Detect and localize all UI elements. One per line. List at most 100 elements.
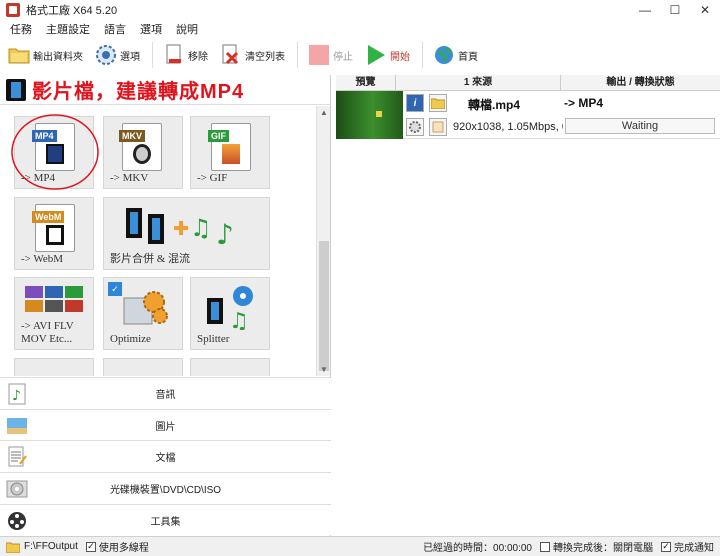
info-button[interactable]: i	[406, 94, 424, 112]
menu-help[interactable]: 說明	[176, 21, 198, 37]
multithread-label: 使用多線程	[98, 543, 149, 554]
category-title: 影片檔，建議轉成MP4	[32, 81, 245, 103]
title-bar: 格式工廠 X64 5.20 — ☐ ✕	[0, 0, 720, 20]
window-title: 格式工廠 X64 5.20	[26, 5, 118, 17]
svg-text:♪: ♪	[216, 218, 234, 251]
app-logo-icon	[6, 3, 20, 17]
clear-list-button[interactable]: 清空列表	[220, 40, 285, 70]
tile-label: -> GIF	[197, 172, 228, 184]
category-picture[interactable]: 圖片	[0, 408, 331, 441]
settings-button[interactable]	[406, 118, 424, 136]
open-folder-button[interactable]	[429, 94, 447, 112]
document-icon	[8, 446, 27, 467]
folder-icon	[8, 44, 30, 66]
start-button[interactable]: 開始	[365, 40, 410, 70]
tile-merge-mux[interactable]: ♫ ♪ 影片合併 & 混流	[103, 197, 270, 270]
tile-gif[interactable]: GIF -> GIF	[190, 116, 270, 189]
folder-icon	[6, 542, 20, 553]
tile-label: -> WebM	[21, 253, 64, 265]
gear-icon	[409, 121, 421, 133]
tile-partial[interactable]	[190, 358, 270, 376]
category-header: 影片檔，建議轉成MP4	[0, 75, 331, 105]
header-output-status[interactable]: 輸出 / 轉換狀態	[561, 75, 720, 90]
status-badge: Waiting	[565, 118, 715, 134]
video-thumbnail	[336, 91, 403, 139]
task-list-panel: 預覽 1 來源 輸出 / 轉換狀態 i 轉檔.mp4 -> MP4 920x10…	[336, 75, 720, 536]
output-folder-button[interactable]: 輸出資料夾	[8, 40, 83, 70]
webm-file-icon: WebM	[32, 204, 75, 252]
source-info: 920x1038, 1.05Mbps, 0	[453, 121, 563, 133]
svg-text:♫: ♫	[229, 309, 249, 330]
table-row[interactable]: i 轉檔.mp4 -> MP4 920x1038, 1.05Mbps, 0 Wa…	[336, 91, 720, 139]
category-audio[interactable]: ♪ 音訊	[0, 377, 331, 409]
folder-icon	[431, 98, 445, 109]
output-path[interactable]: F:\FFOutput	[24, 541, 78, 552]
tile-label: 影片合併 & 混流	[110, 253, 191, 265]
tile-optimize[interactable]: ✓ Optimize	[103, 277, 183, 350]
splitter-icon: ♫	[207, 286, 253, 330]
maximize-button[interactable]: ☐	[660, 0, 690, 20]
tile-label: -> MKV	[110, 172, 149, 184]
film-reel-icon	[8, 511, 26, 530]
task-grid-header: 預覽 1 來源 輸出 / 轉換狀態	[336, 75, 720, 91]
notify-checkbox[interactable]: ✓	[661, 541, 671, 552]
disc-icon	[6, 480, 28, 498]
menu-theme[interactable]: 主題設定	[46, 21, 90, 37]
menu-task[interactable]: 任務	[10, 21, 32, 37]
menu-options[interactable]: 選項	[140, 21, 162, 37]
status-bar: F:\FFOutput ✓ 使用多線程 已經過的時間：00:00:00 轉換完成…	[0, 536, 720, 556]
play-icon	[365, 44, 387, 66]
film-strip-icon	[6, 78, 26, 101]
scroll-down-arrow-icon[interactable]: ▼	[320, 365, 328, 374]
scissors-icon	[432, 121, 444, 133]
menu-language[interactable]: 語言	[104, 21, 126, 37]
toolbar-separator	[152, 42, 153, 68]
remove-button[interactable]: 移除	[163, 40, 208, 70]
minimize-button[interactable]: —	[630, 0, 660, 20]
category-document[interactable]: 文檔	[0, 440, 331, 473]
source-filename: 轉檔.mp4	[468, 98, 521, 112]
options-button[interactable]: 選項	[95, 40, 140, 70]
gif-file-icon: GIF	[208, 123, 251, 171]
menu-bar: 任務 主題設定 語言 選項 說明	[0, 20, 720, 38]
stop-button[interactable]: 停止	[308, 40, 353, 70]
toolbar-separator	[422, 42, 423, 68]
merge-media-icon: ♫ ♪	[126, 208, 234, 251]
shutdown-checkbox[interactable]	[540, 541, 550, 552]
tile-label: Splitter	[197, 333, 230, 345]
picture-icon	[7, 417, 27, 434]
header-preview[interactable]: 預覽	[336, 75, 396, 90]
svg-text:♪: ♪	[12, 388, 21, 404]
tile-splitter[interactable]: ♫ Splitter	[190, 277, 270, 350]
tile-partial[interactable]	[14, 358, 94, 376]
clip-button[interactable]	[429, 118, 447, 136]
audio-icon: ♪	[8, 383, 26, 405]
tile-avi-flv-mov[interactable]: -> AVI FLV MOV Etc...	[14, 277, 94, 350]
svg-text:♫: ♫	[190, 214, 212, 242]
format-tile-grid: MP4 -> MP4 MKV -> MKV GIF -> GIF WebM ->…	[0, 106, 316, 376]
tile-scrollbar[interactable]: ▲ ▼	[316, 106, 330, 376]
home-button[interactable]: 首頁	[433, 40, 478, 70]
window-controls: — ☐ ✕	[630, 0, 720, 20]
multithread-checkbox[interactable]: ✓	[85, 541, 96, 552]
output-format: -> MP4	[564, 96, 604, 110]
scroll-up-arrow-icon[interactable]: ▲	[320, 108, 328, 117]
category-disc[interactable]: 光碟機裝置\DVD\CD\ISO	[0, 472, 331, 504]
clear-x-icon	[220, 44, 242, 66]
header-source[interactable]: 1 來源	[396, 75, 561, 90]
multi-format-icon	[25, 286, 83, 312]
optimize-gear-icon	[123, 291, 168, 325]
category-list: ♪ 音訊 圖片 文檔 光碟機裝置\DVD\CD\ISO 工具集	[0, 377, 331, 536]
highlight-circle	[11, 114, 99, 190]
tile-webm[interactable]: WebM -> WebM	[14, 197, 94, 270]
category-tools[interactable]: 工具集	[0, 503, 331, 536]
globe-icon	[433, 44, 455, 66]
toolbar-separator	[297, 42, 298, 68]
check-badge-icon: ✓	[108, 282, 122, 296]
elapsed-time: 已經過的時間：00:00:00	[423, 543, 532, 554]
tile-partial[interactable]	[103, 358, 183, 376]
tile-mkv[interactable]: MKV -> MKV	[103, 116, 183, 189]
left-panel: 影片檔，建議轉成MP4 MP4 -> MP4 MKV -> MKV GIF ->…	[0, 75, 331, 536]
scroll-thumb[interactable]	[319, 241, 329, 371]
close-button[interactable]: ✕	[690, 0, 720, 20]
